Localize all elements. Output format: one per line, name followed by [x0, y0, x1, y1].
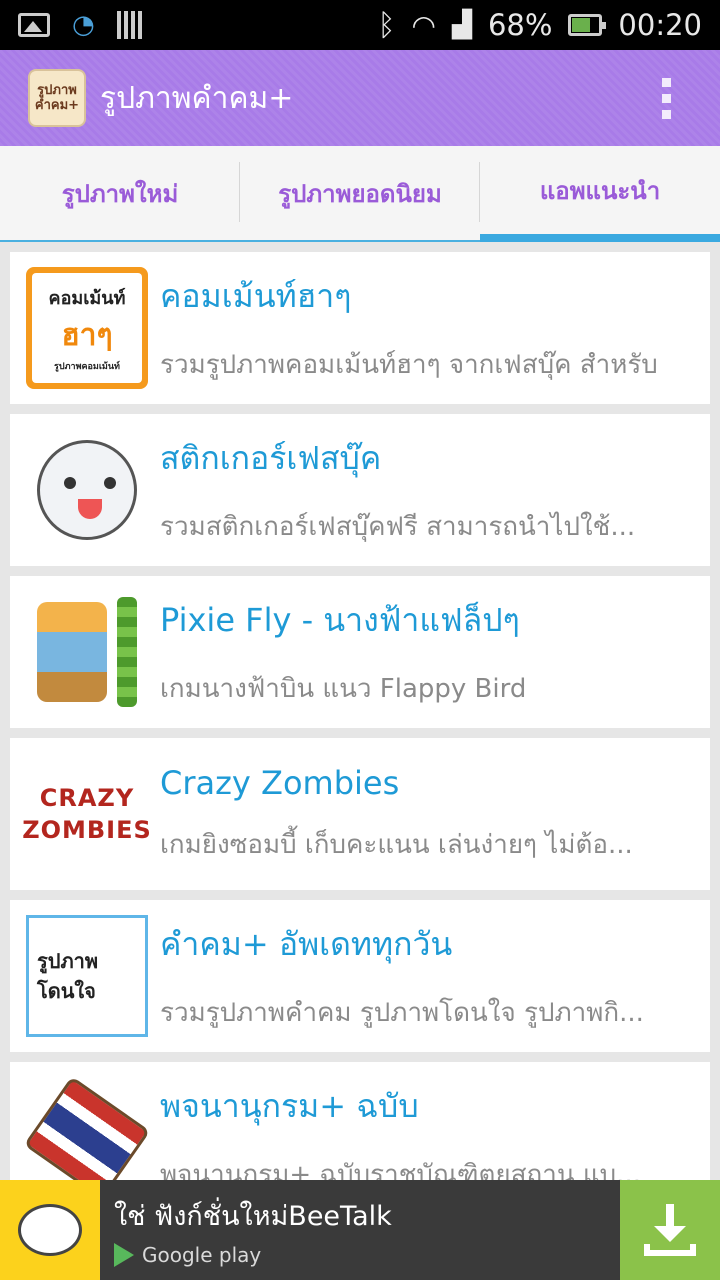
list-item[interactable]: สติกเกอร์เฟสบุ๊ค รวมสติกเกอร์เฟสบุ๊คฟรี … [10, 414, 710, 566]
tab-bar: รูปภาพใหม่ รูปภาพยอดนิยม แอพแนะนำ [0, 146, 720, 242]
thumb-text: รูปภาพ [37, 949, 99, 973]
status-right-icons: ᛒ ◠ ▟ 68% 00:20 [378, 8, 702, 43]
list-item[interactable]: CRAZY ZOMBIES Crazy Zombies เกมยิงซอมบี้… [10, 738, 710, 890]
app-thumbnail [26, 591, 148, 713]
app-title: พจนานุกรม+ ฉบับ [160, 1087, 419, 1125]
app-icon[interactable]: รูปภาพ คำคม+ [28, 69, 86, 127]
app-title: Crazy Zombies [160, 763, 400, 802]
cell-signal-icon: ▟ [451, 10, 472, 40]
app-title: รูปภาพคำคม+ [100, 80, 294, 116]
app-title: คอมเม้นท์ฮาๆ [160, 277, 352, 315]
thumb-text: โดนใจ [37, 979, 96, 1003]
battery-percent: 68% [487, 8, 553, 42]
tab-new-images[interactable]: รูปภาพใหม่ [0, 146, 240, 242]
app-description: รวมรูปภาพคำคม รูปภาพโดนใจ รูปภาพกิ... [160, 998, 644, 1028]
thumb-text: รูปภาพคอมเม้นท์ [54, 362, 120, 372]
app-icon-text-2: คำคม+ [34, 98, 80, 113]
tab-recommended-apps[interactable]: แอพแนะนำ [480, 146, 720, 242]
tab-label: แอพแนะนำ [539, 176, 661, 205]
bluetooth-icon: ᛒ [377, 7, 396, 43]
app-thumbnail: คอมเม้นท์ ฮาๆ รูปภาพคอมเม้นท์ [26, 267, 148, 389]
wifi-signal-icon: ◠ [411, 8, 436, 42]
tab-label: รูปภาพใหม่ [61, 179, 179, 208]
google-play-icon [114, 1242, 134, 1267]
status-bar: ◔ ᛒ ◠ ▟ 68% 00:20 [0, 0, 720, 50]
image-icon [18, 13, 50, 37]
tab-popular-images[interactable]: รูปภาพยอดนิยม [240, 146, 480, 242]
overflow-menu-icon[interactable] [662, 78, 672, 119]
status-left-icons: ◔ [18, 10, 142, 40]
sticker-character-icon [37, 440, 137, 540]
wifi-icon: ◔ [72, 10, 95, 40]
ad-banner[interactable]: ใช่ ฟังก์ชั่นใหม่BeeTalk Google play [0, 1180, 720, 1280]
app-description: รวมรูปภาพคอมเม้นท์ฮาๆ จากเฟสบุ๊ค สำหรับ [160, 350, 658, 380]
thumb-text: CRAZY [39, 784, 135, 812]
battery-charging-icon [568, 14, 607, 36]
app-title: สติกเกอร์เฟสบุ๊ค [160, 439, 382, 477]
list-item[interactable]: Pixie Fly - นางฟ้าแฟล็ปๆ เกมนางฟ้าบิน แน… [10, 576, 710, 728]
app-title: Pixie Fly - นางฟ้าแฟล็ปๆ [160, 601, 520, 639]
app-thumbnail: รูปภาพ โดนใจ [26, 915, 148, 1037]
app-description: รวมสติกเกอร์เฟสบุ๊คฟรี สามารถนำไปใช้... [160, 512, 636, 542]
app-thumbnail: CRAZY ZOMBIES [22, 753, 151, 875]
app-list: คอมเม้นท์ ฮาๆ รูปภาพคอมเม้นท์ คอมเม้นท์ฮ… [10, 252, 710, 1224]
action-bar: รูปภาพ คำคม+ รูปภาพคำคม+ [0, 50, 720, 146]
download-button[interactable] [620, 1180, 720, 1280]
fairy-icon [37, 602, 107, 702]
list-item[interactable]: รูปภาพ โดนใจ คำคม+ อัพเดททุกวัน รวมรูปภา… [10, 900, 710, 1052]
app-description: เกมนางฟ้าบิน แนว Flappy Bird [160, 674, 527, 704]
app-icon-text-1: รูปภาพ [37, 83, 77, 98]
thumb-text: ฮาๆ [61, 318, 113, 353]
app-title: คำคม+ อัพเดททุกวัน [160, 925, 453, 963]
clock: 00:20 [618, 8, 702, 42]
ad-title: ใช่ ฟังก์ชั่นใหม่BeeTalk [114, 1200, 392, 1232]
thumb-text: ZOMBIES [22, 816, 152, 844]
thumb-text: คอมเม้นท์ [48, 288, 126, 309]
app-thumbnail [26, 429, 148, 551]
list-item[interactable]: คอมเม้นท์ ฮาๆ รูปภาพคอมเม้นท์ คอมเม้นท์ฮ… [10, 252, 710, 404]
app-description: เกมยิงซอมบี้ เก็บคะแนน เล่นง่ายๆ ไม่ต้อ.… [160, 829, 633, 860]
barcode-icon [116, 11, 142, 39]
beetalk-logo-icon [0, 1180, 100, 1280]
google-play-badge: Google play [114, 1242, 620, 1267]
vine-icon [117, 597, 137, 707]
download-icon [644, 1204, 696, 1256]
store-label: Google play [142, 1242, 262, 1267]
tab-label: รูปภาพยอดนิยม [278, 179, 442, 208]
